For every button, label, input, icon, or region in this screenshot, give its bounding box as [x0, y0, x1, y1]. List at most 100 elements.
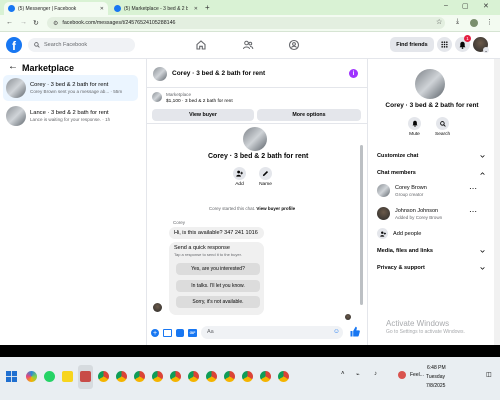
view-buyer-profile-link[interactable]: View buyer profile: [256, 206, 295, 211]
close-tab-icon[interactable]: ✕: [194, 6, 198, 12]
screen-gap: [0, 345, 500, 357]
member-name[interactable]: Johnson Johnson: [395, 208, 438, 214]
search-icon: [436, 117, 450, 130]
chrome-icon[interactable]: [188, 371, 199, 382]
page-scrollbar[interactable]: [494, 59, 500, 345]
more-actions-plus-icon[interactable]: +: [151, 329, 159, 337]
member-name[interactable]: Corey Brown: [395, 185, 427, 191]
chat-title[interactable]: Corey · 3 bed & 2 bath for rent: [172, 70, 265, 77]
member-avatar: [377, 207, 390, 220]
sender-avatar: [153, 303, 162, 312]
weather-label[interactable]: Feel...: [410, 372, 424, 378]
media-files-label: Media, files and links: [377, 248, 433, 254]
mute-label: Mute: [409, 132, 420, 137]
photo-icon[interactable]: [163, 329, 172, 337]
friends-icon[interactable]: [242, 39, 254, 51]
url-field[interactable]: ⚙ facebook.com/messages/t/24576524105288…: [47, 17, 445, 29]
header-divider: [147, 87, 367, 88]
activate-windows-title: Activate Windows: [386, 319, 450, 328]
chrome-icon[interactable]: [224, 371, 235, 382]
chrome-icon[interactable]: [152, 371, 163, 382]
tray-overflow-icon[interactable]: ˄: [341, 371, 345, 377]
close-window-icon[interactable]: ✕: [483, 2, 489, 10]
new-tab-button[interactable]: +: [205, 3, 210, 12]
tab-marketplace[interactable]: (5) Marketplace - 3 bed & 2 ba ✕: [110, 2, 202, 15]
search-icon: [34, 42, 40, 48]
site-info-icon[interactable]: ⚙: [53, 20, 58, 27]
weather-icon[interactable]: [398, 371, 406, 379]
chrome-icon[interactable]: [134, 371, 145, 382]
volume-icon[interactable]: ♪: [374, 371, 377, 377]
chrome-icon[interactable]: [98, 371, 109, 382]
message-bubble[interactable]: Hi, is this available? 347 241 1016: [169, 227, 264, 239]
conversation-item-corey[interactable]: Corey · 3 bed & 2 bath for rent Corey Br…: [3, 75, 138, 101]
chat-members-row[interactable]: Chat members: [377, 170, 485, 176]
chat-scrollbar[interactable]: [360, 145, 363, 305]
copilot-icon[interactable]: [26, 371, 37, 382]
mute-action[interactable]: Mute: [408, 117, 421, 137]
chrome-icon[interactable]: [278, 371, 289, 382]
bookmark-star-icon[interactable]: ☆: [436, 18, 442, 26]
chrome-icon[interactable]: [116, 371, 127, 382]
windows-start-icon[interactable]: [6, 371, 17, 382]
view-buyer-button[interactable]: View buyer: [152, 109, 254, 121]
back-icon[interactable]: ←: [6, 19, 13, 26]
chrome-icon[interactable]: [206, 371, 217, 382]
clock-time[interactable]: 6:48 PM: [427, 365, 446, 371]
menu-grid-icon[interactable]: [437, 37, 452, 52]
find-friends-button[interactable]: Find friends: [390, 37, 434, 52]
emoji-icon[interactable]: ☺: [333, 328, 340, 335]
customize-chat-row[interactable]: Customize chat: [377, 153, 485, 159]
facebook-logo[interactable]: f: [6, 37, 22, 53]
reload-icon[interactable]: ↻: [33, 19, 39, 27]
listing-thumbnail: [6, 106, 26, 126]
forward-icon[interactable]: →: [20, 19, 27, 26]
back-arrow-icon[interactable]: ←: [8, 61, 18, 72]
name-action[interactable]: Name: [259, 167, 272, 187]
privacy-support-row[interactable]: Privacy & support: [377, 265, 485, 271]
maximize-window-icon[interactable]: ▢: [462, 2, 469, 10]
tab-title: (5) Messenger | Facebook: [18, 5, 77, 12]
sender-name: Corey: [173, 220, 186, 225]
address-bar-row: ← → ↻ ⚙ facebook.com/messages/t/24576524…: [0, 15, 500, 32]
search-label: Search: [435, 132, 451, 137]
customize-chat-label: Customize chat: [377, 153, 419, 159]
notifications-icon[interactable]: ◫: [486, 371, 492, 378]
message-input[interactable]: Aa ☺: [201, 326, 343, 339]
chrome-icon[interactable]: [170, 371, 181, 382]
chrome-icon[interactable]: [242, 371, 253, 382]
member-more-icon[interactable]: ⋯: [469, 184, 477, 193]
conversation-item-lance[interactable]: Lance · 3 bed & 2 bath for rent Lance is…: [3, 103, 138, 129]
media-files-row[interactable]: Media, files and links: [377, 248, 485, 254]
strip-divider: [147, 123, 367, 124]
search-input[interactable]: Search Facebook: [28, 38, 135, 52]
gif-icon[interactable]: GIF: [188, 329, 197, 337]
tab-messenger[interactable]: (5) Messenger | Facebook ✕: [4, 2, 108, 15]
sticker-icon[interactable]: [176, 329, 184, 337]
chat-header-thumbnail[interactable]: [153, 67, 167, 81]
listing-price: $1,100 · 3 bed & 2 bath for rent: [166, 99, 233, 104]
sticky-notes-icon[interactable]: [62, 371, 73, 382]
minimize-window-icon[interactable]: –: [444, 2, 448, 9]
close-tab-icon[interactable]: ✕: [100, 6, 104, 12]
chat-info-icon[interactable]: i: [349, 69, 358, 78]
chrome-icon[interactable]: [260, 371, 271, 382]
downloads-icon[interactable]: ⤓: [456, 18, 459, 26]
add-action[interactable]: Add: [233, 167, 246, 187]
conversation-preview: Corey Brown sent you a message ab... · 5…: [30, 89, 123, 94]
quick-reply-yes[interactable]: Yes, are you interested?: [176, 263, 260, 275]
profile-avatar[interactable]: [470, 19, 478, 27]
groups-icon[interactable]: [288, 39, 300, 51]
account-chevron-icon[interactable]: ⌄: [483, 47, 489, 53]
chrome-menu-icon[interactable]: ⋮: [486, 18, 493, 26]
quick-reply-in-talks[interactable]: In talks. I'll let you know.: [176, 280, 260, 292]
add-people-row[interactable]: Add people: [377, 228, 421, 239]
more-options-button[interactable]: More options: [257, 109, 361, 121]
whatsapp-icon[interactable]: [44, 371, 55, 382]
thumbs-up-like-icon[interactable]: [350, 326, 360, 337]
home-icon[interactable]: [195, 39, 207, 51]
network-icon[interactable]: ⌁: [356, 371, 360, 378]
member-more-icon[interactable]: ⋯: [469, 207, 477, 216]
quick-reply-not-available[interactable]: Sorry, it's not available.: [176, 296, 260, 308]
search-action[interactable]: Search: [435, 117, 450, 137]
